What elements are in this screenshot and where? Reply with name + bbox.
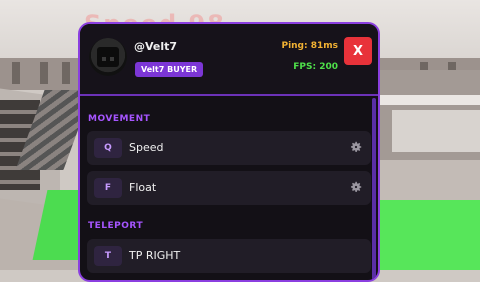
module-label: Float	[129, 181, 157, 194]
wall-post	[62, 62, 70, 84]
right-wall-top	[378, 95, 480, 105]
ping-readout: Ping: 81ms	[281, 41, 338, 51]
wall-post	[40, 62, 48, 84]
script-panel: @Velt7 Velt7 BUYER Ping: 81ms FPS: 200 X…	[78, 22, 380, 282]
section-teleport-label: TELEPORT	[88, 221, 144, 231]
green-pad-right	[378, 200, 480, 270]
section-movement-label: MOVEMENT	[88, 114, 151, 124]
wall-post	[12, 62, 20, 84]
avatar-icon	[89, 38, 127, 76]
gear-icon[interactable]	[349, 140, 363, 154]
username: @Velt7	[134, 40, 178, 53]
fps-readout: FPS: 200	[293, 62, 338, 72]
module-float[interactable]: F Float	[87, 171, 371, 205]
gear-icon[interactable]	[349, 180, 363, 194]
keybind-badge[interactable]: Q	[94, 138, 122, 158]
right-slab	[392, 110, 480, 152]
avatar-eye	[102, 57, 106, 61]
module-label: TP RIGHT	[129, 249, 181, 262]
scrollbar[interactable]	[372, 98, 376, 280]
avatar-eye	[110, 57, 114, 61]
module-tp-right[interactable]: T TP RIGHT	[87, 239, 371, 273]
close-button[interactable]: X	[344, 37, 372, 65]
module-speed[interactable]: Q Speed	[87, 131, 371, 165]
right-step	[378, 160, 480, 200]
buyer-badge: Velt7 BUYER	[135, 62, 204, 77]
avatar-face	[97, 47, 119, 67]
keybind-badge[interactable]: F	[94, 178, 122, 198]
keybind-badge[interactable]: T	[94, 246, 122, 266]
panel-header: @Velt7 Velt7 BUYER Ping: 81ms FPS: 200 X	[80, 24, 378, 96]
module-label: Speed	[129, 141, 164, 154]
